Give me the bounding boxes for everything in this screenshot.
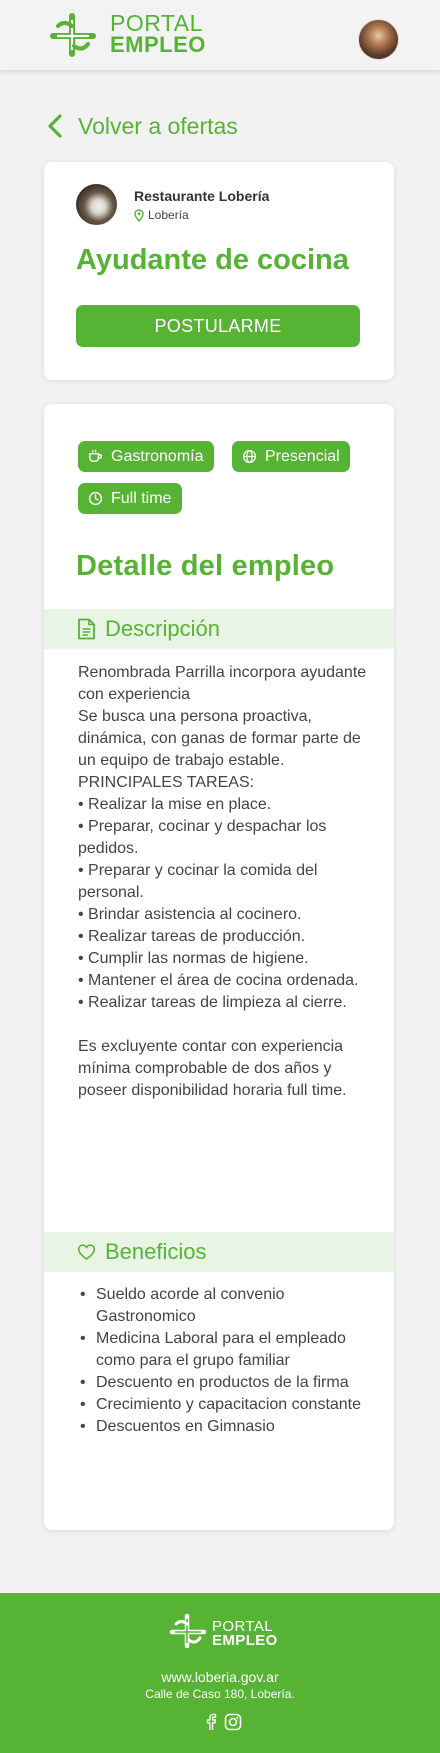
heart-icon: [77, 1244, 96, 1260]
description-requirement: Es excluyente contar con experiencia mín…: [78, 1038, 347, 1099]
coffee-cup-icon: [89, 449, 103, 462]
benefit-item: Crecimiento y capacitacion constante: [78, 1394, 368, 1416]
company-logo: [76, 184, 117, 225]
benefits-section-header: Beneficios: [44, 1232, 394, 1272]
portal-empleo-logo[interactable]: [48, 12, 98, 58]
footer-logo-line-empleo: EMPLEO: [212, 1632, 278, 1649]
description-line: • Preparar y cocinar la comida del perso…: [78, 862, 318, 901]
description-section-header: Descripción: [44, 609, 394, 649]
description-line: • Mantener el área de cocina ordenada.: [78, 972, 359, 989]
tag-label: Full time: [111, 489, 172, 507]
job-title: Ayudante de cocina: [76, 244, 349, 276]
job-detail-card: Gastronomía Presencial Full time Detalle…: [44, 404, 394, 1530]
facebook-icon[interactable]: [202, 1713, 220, 1731]
location-pin-icon: [134, 208, 144, 222]
company-location-label: Lobería: [148, 208, 189, 222]
tag-presencial: Presencial: [232, 441, 350, 472]
instagram-icon[interactable]: [224, 1713, 242, 1731]
description-line: • Brindar asistencia al cocinero.: [78, 906, 302, 923]
description-line: Se busca una persona proactiva, dinámica…: [78, 708, 361, 769]
description-line: • Realizar tareas de producción.: [78, 928, 306, 945]
benefit-item: Medicina Laboral para el empleado como p…: [78, 1328, 368, 1372]
logo-line-empleo: EMPLEO: [110, 32, 206, 57]
back-link-label: Volver a ofertas: [78, 112, 238, 139]
company-location: Lobería: [134, 208, 189, 222]
logo-line-portal: PORTAL: [110, 10, 203, 36]
benefit-item: Sueldo acorde al convenio Gastronomico: [78, 1284, 368, 1328]
job-summary-card: Restaurante Lobería Lobería Ayudante de …: [44, 162, 394, 380]
description-body: Renombrada Parrilla incorpora ayudante c…: [78, 662, 368, 1102]
document-icon: [78, 618, 95, 640]
footer-social-links: [202, 1713, 246, 1731]
portal-empleo-wordmark: PORTAL EMPLEO: [110, 10, 206, 57]
detail-heading: Detalle del empleo: [76, 550, 335, 582]
description-line: • Cumplir las normas de higiene.: [78, 950, 309, 967]
benefits-heading: Beneficios: [105, 1239, 207, 1264]
description-line: • Realizar tareas de limpieza al cierre.: [78, 994, 347, 1011]
tag-gastronomia: Gastronomía: [78, 441, 214, 472]
tag-label: Gastronomía: [111, 447, 204, 465]
site-footer: PORTAL EMPLEO www.loberia.gov.ar Calle d…: [0, 1593, 440, 1753]
description-line: Renombrada Parrilla incorpora ayudante c…: [78, 664, 367, 703]
description-line: PRINCIPALES TAREAS:: [78, 774, 255, 791]
description-line: • Realizar la mise en place.: [78, 796, 272, 813]
benefit-item: Descuentos en Gimnasio: [78, 1416, 368, 1438]
apply-button[interactable]: POSTULARME: [76, 305, 360, 347]
footer-address: Calle de Caso 180, Lobería.: [145, 1687, 295, 1701]
description-line: • Preparar, cocinar y despachar los pedi…: [78, 818, 327, 857]
tag-full-time: Full time: [78, 483, 182, 514]
chevron-left-icon: [48, 114, 62, 138]
benefits-list: Sueldo acorde al convenio Gastronomico M…: [78, 1284, 368, 1438]
company-name: Restaurante Lobería: [134, 188, 270, 204]
globe-icon: [242, 449, 257, 464]
top-header: PORTAL EMPLEO: [0, 0, 440, 70]
footer-website-link[interactable]: www.loberia.gov.ar: [0, 1669, 440, 1685]
footer-wordmark: PORTAL EMPLEO: [212, 1619, 278, 1649]
benefit-item: Descuento en productos de la firma: [78, 1372, 368, 1394]
back-to-offers-link[interactable]: Volver a ofertas: [46, 111, 238, 141]
clock-icon: [88, 491, 103, 506]
tag-label: Presencial: [265, 447, 340, 465]
user-avatar[interactable]: [358, 19, 399, 60]
description-heading: Descripción: [105, 616, 220, 641]
footer-logo-icon[interactable]: [168, 1613, 208, 1649]
